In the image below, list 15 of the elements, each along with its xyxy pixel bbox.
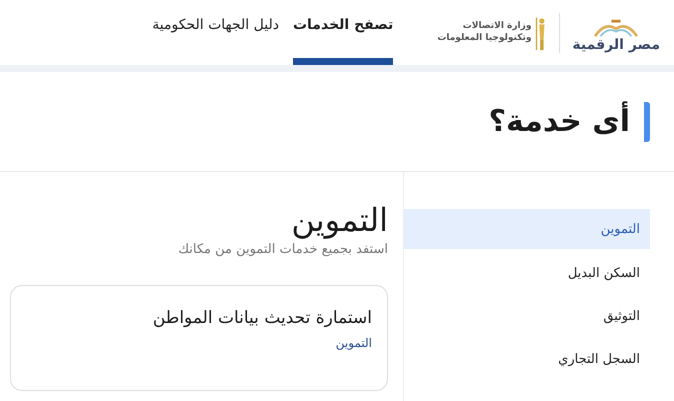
logo-text: مصر الرقمية	[572, 38, 660, 54]
service-category: التموين	[336, 336, 372, 350]
section-subtitle: استفد بجميع خدمات التموين من مكانك	[178, 242, 388, 257]
sidebar-item[interactable]: السجل التجاري	[404, 338, 650, 381]
nav-tab[interactable]: دليل الجهات الحكومية	[152, 0, 279, 65]
section-title: التموين	[291, 200, 388, 240]
arches-logo-icon	[593, 18, 640, 38]
logo-text: وتكنولوجيا المعلومات	[437, 32, 532, 44]
page-heading: أى خدمة؟	[488, 102, 650, 142]
sidebar-item[interactable]: التوثيق	[404, 295, 650, 338]
service-card[interactable]: استمارة تحديث بيانات المواطن التموين	[10, 285, 388, 391]
sidebar-item[interactable]: التموين	[404, 209, 650, 249]
sidebar-item[interactable]: السكن البديل	[404, 252, 650, 295]
service-title: استمارة تحديث بيانات المواطن	[152, 308, 372, 328]
logo-text: وزارة الاتصالات	[462, 20, 532, 32]
